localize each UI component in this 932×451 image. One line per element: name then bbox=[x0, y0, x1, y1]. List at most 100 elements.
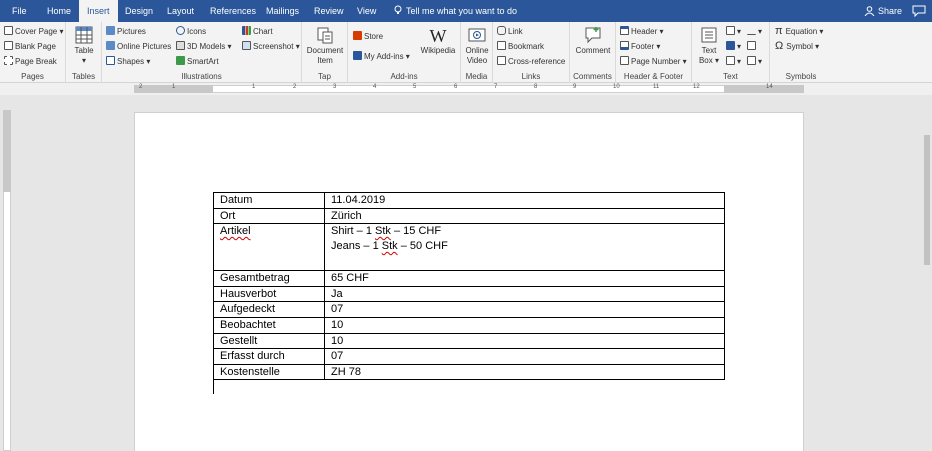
icons-button[interactable]: Icons bbox=[176, 25, 206, 38]
table-cell-label[interactable]: Gestellt bbox=[213, 332, 325, 350]
tab-layout[interactable]: Layout bbox=[159, 0, 202, 22]
table-row: Aufgedeckt 07 bbox=[213, 301, 725, 318]
document-item-button[interactable]: Document Item bbox=[305, 26, 345, 66]
table-cell-value[interactable]: 07 bbox=[324, 348, 725, 365]
equation-button[interactable]: π Equation ▾ bbox=[775, 25, 823, 38]
shapes-icon bbox=[106, 56, 115, 65]
date-time-button[interactable] bbox=[747, 40, 758, 53]
tell-me-box[interactable]: Tell me what you want to do bbox=[393, 0, 517, 22]
cross-reference-button[interactable]: Cross-reference bbox=[497, 55, 565, 68]
wikipedia-icon: W bbox=[429, 26, 447, 46]
cover-page-button[interactable]: Cover Page ▾ bbox=[4, 25, 64, 38]
store-label: Store bbox=[364, 32, 384, 41]
signature-line-button[interactable]: ▾ bbox=[747, 25, 762, 38]
shapes-button[interactable]: Shapes ▾ bbox=[106, 55, 150, 68]
tab-review[interactable]: Review bbox=[306, 0, 352, 22]
cover-page-label: Cover Page bbox=[15, 27, 58, 36]
cube-icon bbox=[176, 41, 185, 50]
page-break-button[interactable]: Page Break bbox=[4, 55, 57, 68]
text-box-button[interactable]: Text Box ▾ bbox=[695, 26, 723, 66]
table-cell-label[interactable]: Hausverbot bbox=[213, 285, 325, 303]
smartart-icon bbox=[176, 56, 185, 65]
object-button[interactable]: ▾ bbox=[747, 55, 762, 68]
table-cell-value[interactable]: 10 bbox=[324, 316, 725, 334]
wikipedia-button[interactable]: W Wikipedia bbox=[418, 26, 458, 56]
header-label: Header bbox=[631, 27, 658, 36]
addins-group-label: Add-ins bbox=[390, 72, 418, 81]
comment-icon bbox=[585, 27, 601, 44]
tab-view[interactable]: View bbox=[349, 0, 384, 22]
screenshot-icon bbox=[242, 41, 251, 50]
pictures-button[interactable]: Pictures bbox=[106, 25, 146, 38]
online-pictures-button[interactable]: Online Pictures bbox=[106, 40, 171, 53]
tab-references[interactable]: References bbox=[202, 0, 264, 22]
table-row: Erfasst durch 07 bbox=[213, 348, 725, 365]
page-number-icon bbox=[620, 56, 629, 65]
horizontal-ruler[interactable]: 1 2 1 2 3 4 5 6 7 8 9 10 11 12 14 bbox=[0, 83, 932, 95]
omega-icon: Ω bbox=[775, 40, 784, 52]
tab-design[interactable]: Design bbox=[117, 0, 161, 22]
table-cell-value[interactable]: 10 bbox=[324, 332, 725, 350]
tab-mailings[interactable]: Mailings bbox=[258, 0, 307, 22]
document-item-label-1: Document bbox=[306, 46, 344, 55]
cross-reference-label: Cross-reference bbox=[508, 57, 566, 66]
wordart-button[interactable]: ▾ bbox=[726, 40, 741, 53]
table-row: Datum 11.04.2019 bbox=[213, 192, 725, 209]
3d-models-button[interactable]: 3D Models ▾ bbox=[176, 40, 232, 53]
cross-reference-icon bbox=[497, 56, 506, 65]
chart-button[interactable]: Chart bbox=[242, 25, 273, 38]
table-cell-value[interactable]: ZH 78 bbox=[324, 363, 725, 381]
table-cell-value[interactable]: 65 CHF bbox=[324, 270, 725, 287]
tables-group-label: Tables bbox=[71, 72, 96, 81]
comments-icon[interactable] bbox=[912, 5, 926, 17]
my-addins-button[interactable]: My Add-ins ▾ bbox=[353, 50, 410, 63]
bookmark-icon bbox=[497, 41, 506, 50]
article-line: Jeans – 1 Stk – 50 CHF bbox=[331, 239, 718, 254]
tab-insert[interactable]: Insert bbox=[79, 0, 118, 22]
smartart-button[interactable]: SmartArt bbox=[176, 55, 219, 68]
document-table[interactable]: Datum 11.04.2019 Ort Zürich Artikel Shirt … bbox=[213, 192, 725, 381]
link-button[interactable]: Link bbox=[497, 25, 523, 38]
ruler-number: 4 bbox=[373, 84, 377, 90]
blank-page-button[interactable]: Blank Page bbox=[4, 40, 56, 53]
store-button[interactable]: Store bbox=[353, 30, 383, 43]
table-cell-label[interactable]: Artikel bbox=[213, 223, 325, 272]
page-number-button[interactable]: Page Number ▾ bbox=[620, 55, 687, 68]
share-label: Share bbox=[878, 6, 903, 16]
table-cell-value[interactable]: Shirt – 1 Stk – 15 CHF Jeans – 1 Stk – 5… bbox=[324, 223, 725, 272]
online-video-button[interactable]: Online Video bbox=[462, 26, 492, 66]
table-cell-label[interactable]: Aufgedeckt bbox=[213, 301, 325, 318]
table-button[interactable]: Table ▾ bbox=[70, 26, 98, 66]
blank-page-label: Blank Page bbox=[15, 42, 56, 51]
table-cell-value[interactable]: 11.04.2019 bbox=[324, 192, 725, 209]
table-cell-label[interactable]: Datum bbox=[213, 192, 325, 209]
tab-home[interactable]: Home bbox=[39, 0, 79, 22]
table-cell-label[interactable]: Beobachtet bbox=[213, 316, 325, 334]
share-button[interactable]: Share bbox=[864, 0, 902, 22]
quick-parts-button[interactable]: ▾ bbox=[726, 25, 741, 38]
header-button[interactable]: Header ▾ bbox=[620, 25, 664, 38]
table-cell-value[interactable]: Ja bbox=[324, 285, 725, 303]
video-icon bbox=[468, 28, 486, 42]
table-cell-value[interactable]: Zürich bbox=[324, 207, 725, 225]
article-unit: Stk bbox=[381, 239, 398, 252]
comment-button[interactable]: Comment bbox=[573, 26, 613, 56]
3d-models-label: 3D Models bbox=[187, 42, 226, 51]
bookmark-label: Bookmark bbox=[508, 42, 545, 51]
table-cell-label[interactable]: Gesamtbetrag bbox=[213, 270, 325, 287]
ribbon: Cover Page ▾ Blank Page Page Break Pages… bbox=[0, 22, 932, 83]
table-cell-label[interactable]: Kostenstelle bbox=[213, 363, 325, 381]
table-cell-label[interactable]: Erfasst durch bbox=[213, 348, 325, 365]
table-cell-value[interactable]: 07 bbox=[324, 301, 725, 318]
links-group-label: Links bbox=[521, 72, 541, 81]
text-group-label: Text bbox=[723, 72, 738, 81]
drop-cap-button[interactable]: ▾ bbox=[726, 55, 741, 68]
bookmark-button[interactable]: Bookmark bbox=[497, 40, 544, 53]
tab-file[interactable]: File bbox=[4, 0, 35, 22]
table-cell-label[interactable]: Ort bbox=[213, 207, 325, 225]
scrollbar-thumb[interactable] bbox=[924, 135, 930, 265]
screenshot-button[interactable]: Screenshot ▾ bbox=[242, 40, 300, 53]
symbol-button[interactable]: Ω Symbol ▾ bbox=[775, 40, 819, 53]
footer-button[interactable]: Footer ▾ bbox=[620, 40, 660, 53]
table-label: Table bbox=[74, 46, 94, 55]
